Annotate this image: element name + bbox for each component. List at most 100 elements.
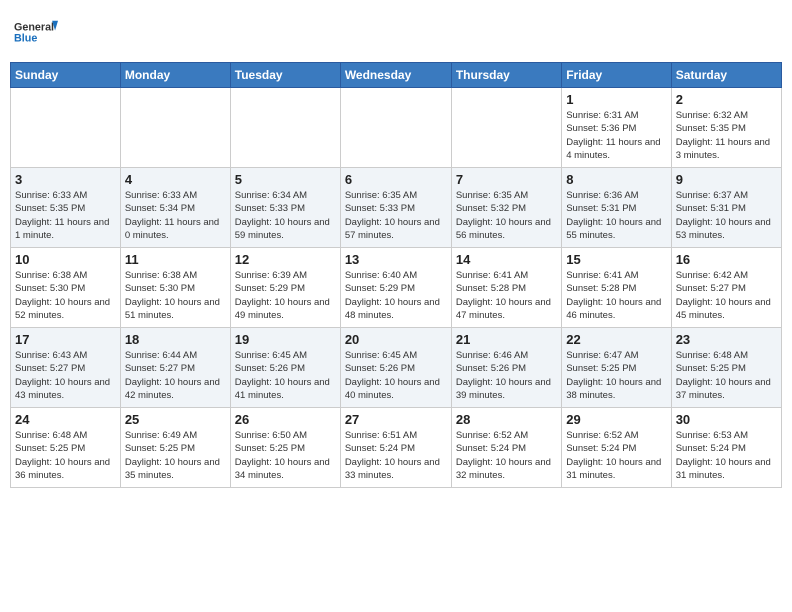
day-info: Sunrise: 6:38 AM Sunset: 5:30 PM Dayligh…	[125, 269, 226, 322]
day-info: Sunrise: 6:46 AM Sunset: 5:26 PM Dayligh…	[456, 349, 557, 402]
calendar-cell: 12 Sunrise: 6:39 AM Sunset: 5:29 PM Dayli…	[230, 248, 340, 328]
day-number: 8	[566, 172, 666, 187]
day-number: 3	[15, 172, 116, 187]
svg-text:Blue: Blue	[14, 32, 37, 44]
calendar-table: SundayMondayTuesdayWednesdayThursdayFrid…	[10, 62, 782, 488]
calendar-cell: 27Sunrise: 6:51 AM Sunset: 5:24 PM Dayli…	[340, 408, 451, 488]
day-info: Sunrise: 6:34 AM Sunset: 5:33 PM Dayligh…	[235, 189, 336, 242]
calendar-week-4: 17 Sunrise: 6:43 AM Sunset: 5:27 PM Dayli…	[11, 328, 782, 408]
calendar-cell	[451, 88, 561, 168]
day-info: Sunrise: 6:35 AM Sunset: 5:33 PM Dayligh…	[345, 189, 447, 242]
day-info: Sunrise: 6:36 AM Sunset: 5:31 PM Dayligh…	[566, 189, 666, 242]
calendar-cell: 7 Sunrise: 6:35 AM Sunset: 5:32 PM Daylig…	[451, 168, 561, 248]
day-info: Sunrise: 6:41 AM Sunset: 5:28 PM Dayligh…	[456, 269, 557, 322]
day-info: Sunrise: 6:31 AM Sunset: 5:36 PM Dayligh…	[566, 109, 666, 162]
day-info: Sunrise: 6:49 AM Sunset: 5:25 PM Dayligh…	[125, 429, 226, 482]
day-number: 20	[345, 332, 447, 347]
col-header-friday: Friday	[562, 63, 671, 88]
calendar-cell: 18 Sunrise: 6:44 AM Sunset: 5:27 PM Dayli…	[120, 328, 230, 408]
calendar-cell: 21 Sunrise: 6:46 AM Sunset: 5:26 PM Dayli…	[451, 328, 561, 408]
calendar-cell: 1 Sunrise: 6:31 AM Sunset: 5:36 PM Daylig…	[562, 88, 671, 168]
day-number: 19	[235, 332, 336, 347]
day-number: 25	[125, 412, 226, 427]
day-info: Sunrise: 6:52 AM Sunset: 5:24 PM Dayligh…	[566, 429, 666, 482]
calendar-cell	[120, 88, 230, 168]
calendar-cell: 22Sunrise: 6:47 AM Sunset: 5:25 PM Dayli…	[562, 328, 671, 408]
day-info: Sunrise: 6:40 AM Sunset: 5:29 PM Dayligh…	[345, 269, 447, 322]
day-number: 7	[456, 172, 557, 187]
day-number: 5	[235, 172, 336, 187]
day-info: Sunrise: 6:44 AM Sunset: 5:27 PM Dayligh…	[125, 349, 226, 402]
day-number: 1	[566, 92, 666, 107]
calendar-cell	[11, 88, 121, 168]
day-number: 16	[676, 252, 777, 267]
day-info: Sunrise: 6:50 AM Sunset: 5:25 PM Dayligh…	[235, 429, 336, 482]
calendar-header-row: SundayMondayTuesdayWednesdayThursdayFrid…	[11, 63, 782, 88]
day-number: 12	[235, 252, 336, 267]
calendar-cell: 24 Sunrise: 6:48 AM Sunset: 5:25 PM Dayli…	[11, 408, 121, 488]
day-number: 10	[15, 252, 116, 267]
day-number: 2	[676, 92, 777, 107]
calendar-cell: 4 Sunrise: 6:33 AM Sunset: 5:34 PM Daylig…	[120, 168, 230, 248]
day-number: 26	[235, 412, 336, 427]
day-info: Sunrise: 6:42 AM Sunset: 5:27 PM Dayligh…	[676, 269, 777, 322]
calendar-cell: 8 Sunrise: 6:36 AM Sunset: 5:31 PM Daylig…	[562, 168, 671, 248]
day-number: 15	[566, 252, 666, 267]
logo-svg: General Blue	[14, 10, 58, 54]
calendar-cell	[230, 88, 340, 168]
col-header-thursday: Thursday	[451, 63, 561, 88]
day-number: 13	[345, 252, 447, 267]
day-info: Sunrise: 6:35 AM Sunset: 5:32 PM Dayligh…	[456, 189, 557, 242]
calendar-cell: 28Sunrise: 6:52 AM Sunset: 5:24 PM Dayli…	[451, 408, 561, 488]
day-info: Sunrise: 6:33 AM Sunset: 5:34 PM Dayligh…	[125, 189, 226, 242]
calendar-cell: 10 Sunrise: 6:38 AM Sunset: 5:30 PM Dayli…	[11, 248, 121, 328]
calendar-cell: 16 Sunrise: 6:42 AM Sunset: 5:27 PM Dayli…	[671, 248, 781, 328]
day-info: Sunrise: 6:45 AM Sunset: 5:26 PM Dayligh…	[345, 349, 447, 402]
day-info: Sunrise: 6:37 AM Sunset: 5:31 PM Dayligh…	[676, 189, 777, 242]
day-info: Sunrise: 6:43 AM Sunset: 5:27 PM Dayligh…	[15, 349, 116, 402]
day-number: 24	[15, 412, 116, 427]
calendar-week-5: 24 Sunrise: 6:48 AM Sunset: 5:25 PM Dayli…	[11, 408, 782, 488]
calendar-cell: 19Sunrise: 6:45 AM Sunset: 5:26 PM Dayli…	[230, 328, 340, 408]
calendar-week-1: 1 Sunrise: 6:31 AM Sunset: 5:36 PM Daylig…	[11, 88, 782, 168]
day-number: 9	[676, 172, 777, 187]
col-header-tuesday: Tuesday	[230, 63, 340, 88]
col-header-wednesday: Wednesday	[340, 63, 451, 88]
day-number: 11	[125, 252, 226, 267]
calendar-cell: 30Sunrise: 6:53 AM Sunset: 5:24 PM Dayli…	[671, 408, 781, 488]
calendar-cell: 15 Sunrise: 6:41 AM Sunset: 5:28 PM Dayli…	[562, 248, 671, 328]
day-info: Sunrise: 6:32 AM Sunset: 5:35 PM Dayligh…	[676, 109, 777, 162]
logo: General Blue	[14, 10, 58, 54]
day-info: Sunrise: 6:48 AM Sunset: 5:25 PM Dayligh…	[15, 429, 116, 482]
day-number: 6	[345, 172, 447, 187]
day-number: 29	[566, 412, 666, 427]
day-info: Sunrise: 6:52 AM Sunset: 5:24 PM Dayligh…	[456, 429, 557, 482]
calendar-week-3: 10 Sunrise: 6:38 AM Sunset: 5:30 PM Dayli…	[11, 248, 782, 328]
day-info: Sunrise: 6:41 AM Sunset: 5:28 PM Dayligh…	[566, 269, 666, 322]
calendar-cell: 14 Sunrise: 6:41 AM Sunset: 5:28 PM Dayli…	[451, 248, 561, 328]
day-number: 23	[676, 332, 777, 347]
page-header: General Blue	[10, 10, 782, 54]
calendar-cell: 5 Sunrise: 6:34 AM Sunset: 5:33 PM Daylig…	[230, 168, 340, 248]
calendar-cell: 9 Sunrise: 6:37 AM Sunset: 5:31 PM Daylig…	[671, 168, 781, 248]
day-number: 17	[15, 332, 116, 347]
day-number: 14	[456, 252, 557, 267]
day-info: Sunrise: 6:51 AM Sunset: 5:24 PM Dayligh…	[345, 429, 447, 482]
day-number: 21	[456, 332, 557, 347]
day-number: 30	[676, 412, 777, 427]
calendar-week-2: 3 Sunrise: 6:33 AM Sunset: 5:35 PM Daylig…	[11, 168, 782, 248]
day-info: Sunrise: 6:39 AM Sunset: 5:29 PM Dayligh…	[235, 269, 336, 322]
calendar-cell	[340, 88, 451, 168]
day-info: Sunrise: 6:38 AM Sunset: 5:30 PM Dayligh…	[15, 269, 116, 322]
day-number: 18	[125, 332, 226, 347]
day-info: Sunrise: 6:33 AM Sunset: 5:35 PM Dayligh…	[15, 189, 116, 242]
svg-text:General: General	[14, 22, 54, 34]
col-header-sunday: Sunday	[11, 63, 121, 88]
calendar-cell: 26 Sunrise: 6:50 AM Sunset: 5:25 PM Dayli…	[230, 408, 340, 488]
calendar-cell: 25 Sunrise: 6:49 AM Sunset: 5:25 PM Dayli…	[120, 408, 230, 488]
calendar-cell: 17 Sunrise: 6:43 AM Sunset: 5:27 PM Dayli…	[11, 328, 121, 408]
calendar-cell: 6 Sunrise: 6:35 AM Sunset: 5:33 PM Daylig…	[340, 168, 451, 248]
day-info: Sunrise: 6:47 AM Sunset: 5:25 PM Dayligh…	[566, 349, 666, 402]
day-number: 4	[125, 172, 226, 187]
calendar-cell: 20 Sunrise: 6:45 AM Sunset: 5:26 PM Dayli…	[340, 328, 451, 408]
